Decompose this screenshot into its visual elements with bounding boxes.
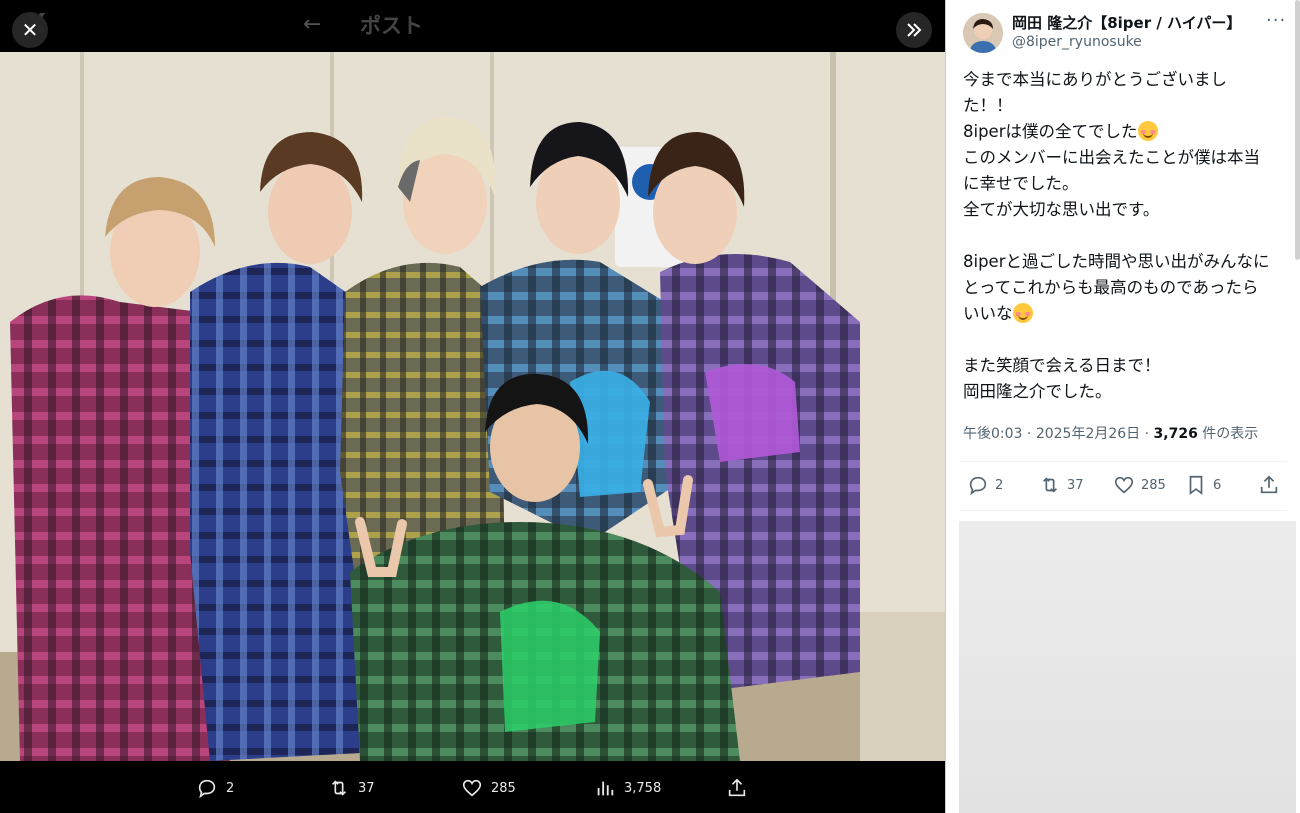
post-line: 全てが大切な思い出です。 (963, 200, 1160, 219)
bookmark-icon (1189, 475, 1203, 495)
scrollbar[interactable] (1295, 0, 1300, 260)
divider (959, 461, 1287, 462)
reply-count: 2 (226, 780, 235, 796)
post-like-button[interactable]: 285 (1113, 474, 1166, 496)
more-options-icon[interactable]: ··· (1266, 10, 1286, 31)
avatar[interactable] (963, 13, 1003, 53)
post-line: た！！ (963, 96, 1013, 115)
media-viewer: X ← ポスト ✕ (0, 0, 945, 813)
post-repost-button[interactable]: 37 (1039, 474, 1084, 496)
reply-icon (198, 779, 216, 799)
divider (959, 510, 1287, 511)
views-button[interactable]: 3,758 (594, 777, 661, 799)
post-line: とってこれからも最高のものであったら (963, 278, 1259, 297)
heart-icon (462, 779, 482, 797)
repost-button[interactable]: 37 (328, 777, 375, 799)
post-line: いいな (963, 304, 1013, 323)
close-button[interactable]: ✕ (12, 12, 48, 48)
post-line: 岡田隆之介でした。 (963, 382, 1112, 401)
post-repost-count: 37 (1067, 477, 1084, 493)
post-share-button[interactable] (1258, 474, 1280, 496)
repost-icon (1042, 477, 1058, 493)
share-icon (1260, 475, 1278, 494)
viewer-action-bar: 2 37 285 3,758 (0, 761, 945, 813)
post-line: に幸せでした。 (963, 174, 1079, 193)
avatar-image (963, 13, 1003, 53)
post-meta: 午後0:03 · 2025年2月26日 · 3,726 件の表示 (963, 423, 1258, 443)
post-line: 8iperは僕の全てでした (963, 122, 1138, 141)
like-button[interactable]: 285 (461, 777, 516, 799)
post-line: 8iperと過ごした時間や思い出がみんなに (963, 252, 1270, 271)
post-time[interactable]: 午後0:03 (963, 426, 1022, 442)
blushing-smile-emoji-icon (1137, 121, 1158, 141)
post-line: このメンバーに出会えたことが僕は本当 (963, 148, 1260, 167)
header-title: ポスト (360, 14, 423, 38)
chevrons-right-icon (907, 23, 922, 37)
post-text: 今まで本当にありがとうございまし た！！ 8iperは僕の全てでした このメンバ… (963, 67, 1283, 405)
bar-chart-icon (597, 781, 614, 796)
viewer-header: X ← ポスト (0, 0, 945, 52)
reply-icon (969, 476, 987, 496)
author-name[interactable]: 岡田 隆之介【8iper / ハイパー】 (1012, 12, 1241, 33)
share-button[interactable] (726, 777, 748, 799)
expand-panel-button[interactable] (896, 12, 932, 48)
heart-icon (1114, 476, 1134, 494)
post-line: 今まで本当にありがとうございまし (963, 70, 1227, 89)
close-icon: ✕ (21, 18, 39, 42)
views-count: 3,758 (624, 780, 662, 796)
reply-area-placeholder (959, 521, 1296, 813)
group-photo-image (0, 52, 945, 761)
post-line: また笑顔で会える日まで！ (963, 356, 1161, 375)
post-reply-button[interactable]: 2 (967, 474, 1003, 496)
post-reply-count: 2 (995, 477, 1004, 493)
bookmark-button[interactable]: 6 (1185, 474, 1221, 496)
post-date[interactable]: 2025年2月26日 (1036, 426, 1140, 442)
smiling-face-emoji-icon (1012, 303, 1033, 323)
back-arrow-icon[interactable]: ← (303, 12, 321, 37)
post-photo[interactable] (0, 52, 945, 761)
like-count: 285 (491, 780, 516, 796)
post-panel: 岡田 隆之介【8iper / ハイパー】 @8iper_ryunosuke ··… (945, 0, 1300, 813)
view-label: 件の表示 (1202, 426, 1259, 442)
repost-icon (331, 780, 347, 796)
bookmark-count: 6 (1213, 477, 1222, 493)
share-icon (728, 778, 746, 797)
repost-count: 37 (358, 780, 375, 796)
view-count: 3,726 (1153, 426, 1198, 442)
author-handle[interactable]: @8iper_ryunosuke (1012, 34, 1142, 50)
meta-separator: · (1144, 426, 1150, 442)
reply-button[interactable]: 2 (196, 777, 234, 799)
post-like-count: 285 (1141, 477, 1166, 493)
meta-separator: · (1026, 426, 1032, 442)
